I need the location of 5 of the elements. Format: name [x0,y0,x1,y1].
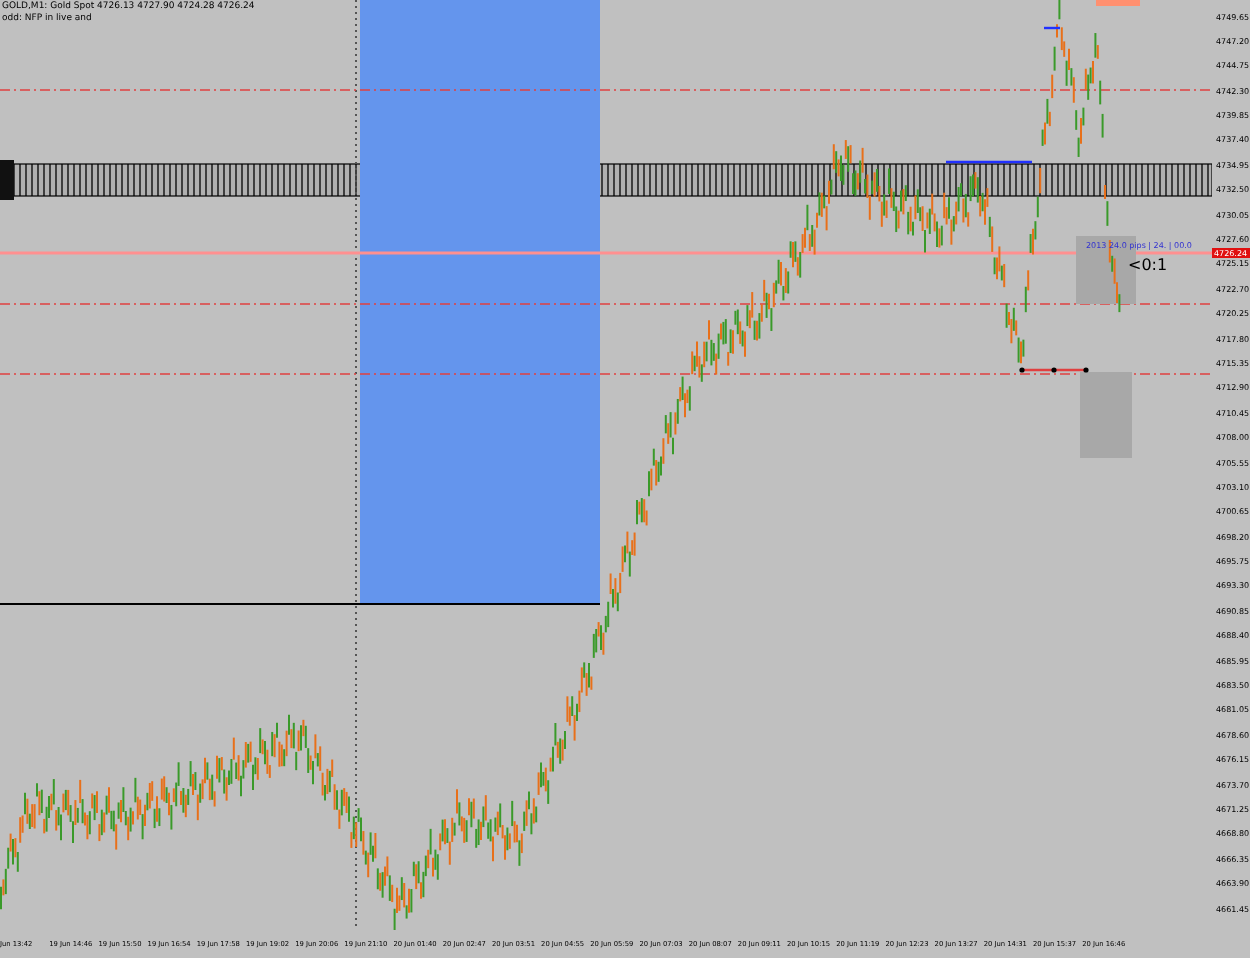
top-marker [1096,0,1140,6]
ratio-label: <0:1 [1128,256,1168,274]
marker-block [0,160,14,200]
shaded-zone [1080,372,1132,458]
range-marker [1019,367,1089,373]
